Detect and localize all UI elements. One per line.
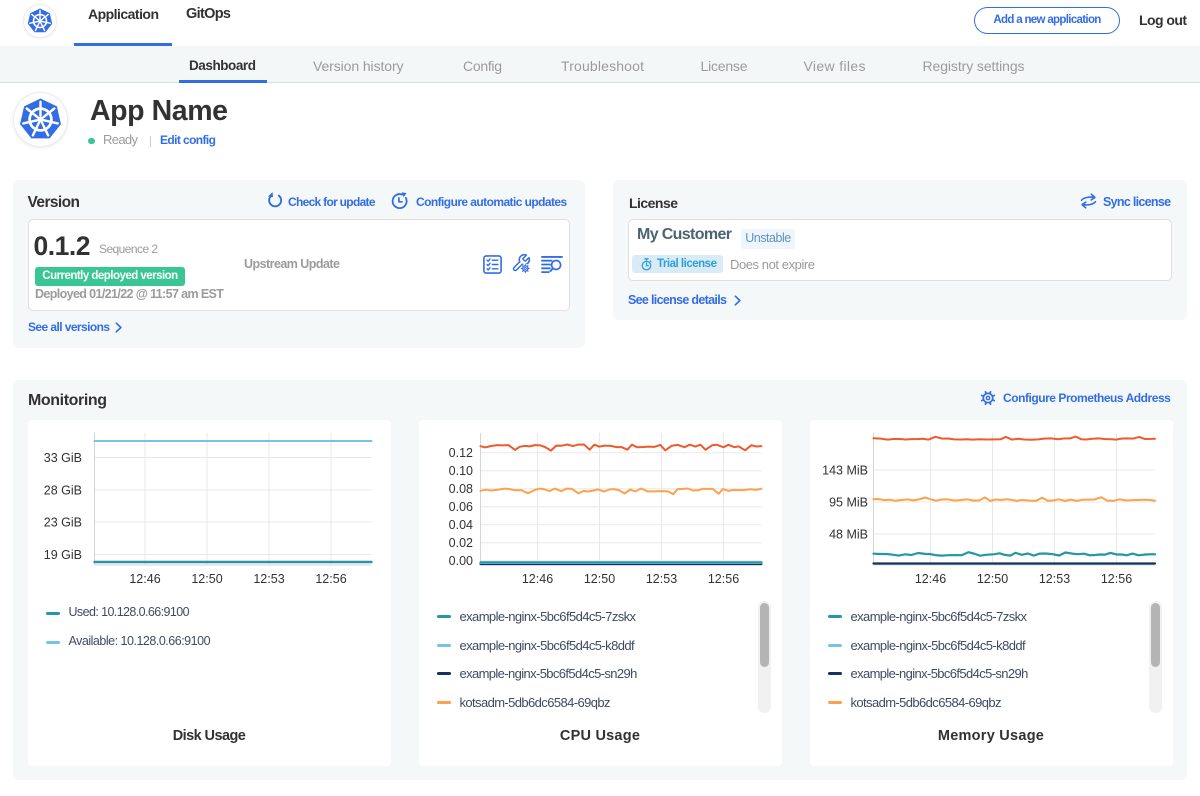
svg-text:0.08: 0.08: [448, 482, 472, 496]
svg-text:12:50: 12:50: [191, 572, 222, 586]
svg-text:95 MiB: 95 MiB: [829, 496, 868, 510]
svg-text:12:50: 12:50: [583, 572, 614, 586]
svg-text:12:53: 12:53: [1038, 572, 1069, 586]
svg-text:12:46: 12:46: [521, 572, 552, 586]
svg-text:12:50: 12:50: [976, 572, 1007, 586]
svg-text:0.10: 0.10: [448, 464, 472, 478]
svg-text:0.02: 0.02: [448, 536, 472, 550]
svg-text:19 GiB: 19 GiB: [43, 548, 81, 562]
svg-text:23 GiB: 23 GiB: [43, 516, 81, 530]
svg-text:12:56: 12:56: [707, 572, 738, 586]
svg-text:12:53: 12:53: [253, 572, 284, 586]
svg-text:12:46: 12:46: [129, 572, 160, 586]
svg-text:0.12: 0.12: [448, 446, 472, 460]
svg-text:0.00: 0.00: [448, 554, 472, 568]
svg-text:12:56: 12:56: [1100, 572, 1131, 586]
svg-text:0.06: 0.06: [448, 500, 472, 514]
svg-text:28 GiB: 28 GiB: [43, 484, 81, 498]
svg-text:12:53: 12:53: [645, 572, 676, 586]
svg-text:143 MiB: 143 MiB: [822, 464, 868, 478]
svg-text:33 GiB: 33 GiB: [43, 451, 81, 465]
svg-text:12:56: 12:56: [315, 572, 346, 586]
svg-text:48 MiB: 48 MiB: [829, 528, 868, 542]
svg-text:12:46: 12:46: [914, 572, 945, 586]
svg-text:0.04: 0.04: [448, 518, 472, 532]
